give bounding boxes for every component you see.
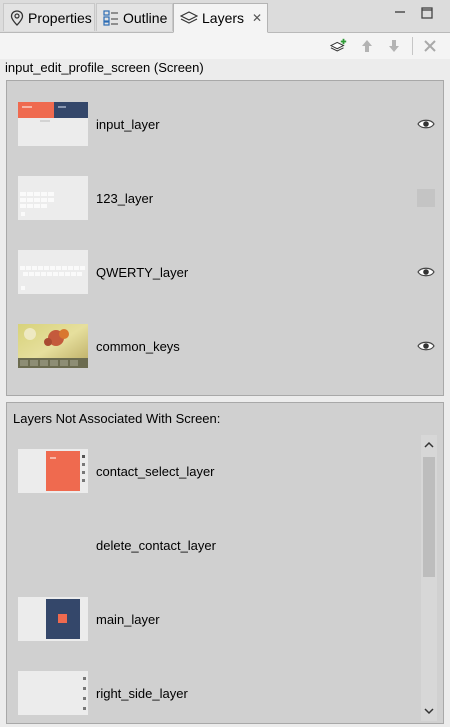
close-icon[interactable]: ✕: [252, 11, 262, 25]
chevron-up-icon[interactable]: [421, 437, 437, 453]
vertical-scrollbar[interactable]: [421, 435, 437, 721]
layers-toolbar: [0, 33, 450, 59]
chevron-down-icon[interactable]: [421, 703, 437, 719]
layer-thumbnail: [18, 324, 88, 368]
screen-layers-panel: input_layer 123_layer QWERTY_layer commo…: [6, 80, 444, 396]
eye-icon[interactable]: [417, 115, 435, 133]
layer-name: common_keys: [96, 338, 180, 354]
layer-name: QWERTY_layer: [96, 264, 189, 280]
unassociated-layers-panel: Layers Not Associated With Screen: conta…: [6, 402, 444, 724]
layer-row-right-side[interactable]: right_side_layer: [18, 670, 188, 716]
layer-name: 123_layer: [96, 190, 154, 206]
layer-thumbnail: [18, 449, 88, 493]
outline-tree-icon: [103, 9, 119, 26]
layer-thumbnail: [18, 597, 88, 641]
layer-name: main_layer: [96, 611, 160, 627]
layer-row-contact-select[interactable]: contact_select_layer: [18, 448, 215, 494]
tab-label: Properties: [28, 9, 92, 26]
layer-name: right_side_layer: [96, 685, 188, 701]
section-heading: Layers Not Associated With Screen:: [13, 411, 221, 426]
arrow-down-icon[interactable]: [385, 37, 403, 55]
maximize-icon[interactable]: [420, 6, 434, 20]
visibility-toggle-off[interactable]: [417, 189, 435, 207]
eye-icon[interactable]: [417, 263, 435, 281]
layer-name: input_layer: [96, 116, 160, 132]
layer-name: contact_select_layer: [96, 463, 215, 479]
toolbar-separator: [412, 37, 413, 55]
arrow-up-icon[interactable]: [358, 37, 376, 55]
tab-label: Outline: [123, 9, 168, 26]
tab-outline[interactable]: Outline: [96, 3, 173, 31]
view-tab-bar: Properties Outline Layers ✕: [0, 0, 450, 33]
layer-row-qwerty[interactable]: QWERTY_layer: [18, 249, 188, 295]
layer-row-123[interactable]: 123_layer: [18, 175, 153, 221]
tab-label: Layers: [202, 10, 245, 26]
eye-icon[interactable]: [417, 337, 435, 355]
scrollbar-thumb[interactable]: [423, 457, 435, 577]
remove-icon[interactable]: [421, 37, 439, 55]
layer-thumbnail: [18, 250, 88, 294]
layer-thumbnail: [18, 671, 88, 715]
add-layer-icon[interactable]: [330, 37, 348, 55]
layer-row-common-keys[interactable]: common_keys: [18, 323, 180, 369]
layer-thumbnail: [18, 176, 88, 220]
location-pin-icon: [10, 9, 24, 26]
layer-thumbnail: [18, 523, 88, 567]
tab-layers[interactable]: Layers ✕: [173, 3, 268, 33]
screen-title: input_edit_profile_screen (Screen): [5, 60, 204, 75]
layer-row-input[interactable]: input_layer: [18, 101, 160, 147]
layers-icon: [180, 10, 198, 26]
layer-row-delete-contact[interactable]: delete_contact_layer: [18, 522, 216, 568]
layer-thumbnail: [18, 102, 88, 146]
layer-row-main[interactable]: main_layer: [18, 596, 160, 642]
tab-properties[interactable]: Properties: [3, 3, 95, 31]
minimize-icon[interactable]: [393, 6, 407, 20]
layer-name: delete_contact_layer: [96, 537, 216, 553]
